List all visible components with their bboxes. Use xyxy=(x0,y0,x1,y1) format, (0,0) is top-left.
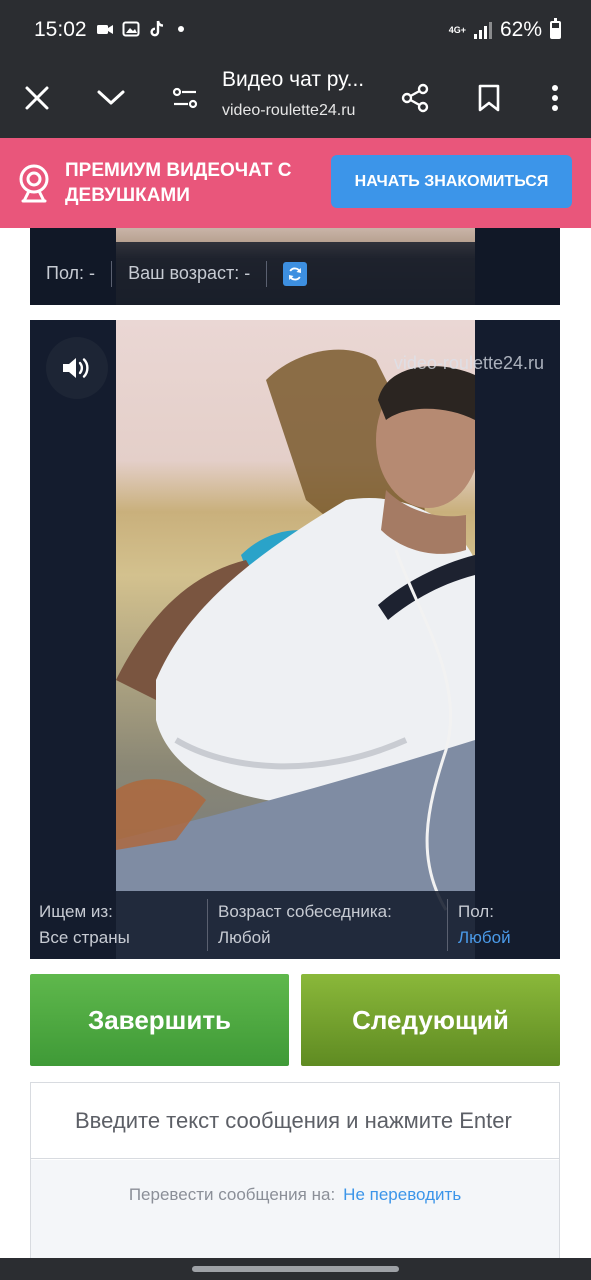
signal-icon xyxy=(473,21,492,39)
partner-age-label: Возраст собеседника: xyxy=(218,902,392,921)
end-chat-button[interactable]: Завершить xyxy=(30,974,289,1066)
start-dating-button[interactable]: НАЧАТЬ ЗНАКОМИТЬСЯ xyxy=(331,155,572,208)
self-age-selector[interactable]: Ваш возраст: - xyxy=(128,263,250,284)
bookmark-button[interactable] xyxy=(465,74,513,122)
translate-language-selector[interactable]: Не переводить xyxy=(343,1185,461,1204)
share-button[interactable] xyxy=(391,74,439,122)
battery-fill xyxy=(552,28,559,37)
browser-toolbar: Видео чат ру... video-roulette24.ru xyxy=(0,60,591,138)
home-gesture-handle[interactable] xyxy=(192,1266,399,1272)
partner-gender-filter[interactable]: Пол: Любой xyxy=(458,899,511,951)
close-icon xyxy=(25,86,49,110)
divider xyxy=(111,260,113,287)
sound-toggle-button[interactable] xyxy=(46,337,108,399)
partner-gender-label: Пол: xyxy=(458,902,494,921)
status-notification-icons xyxy=(96,20,184,38)
webcam-icon xyxy=(19,164,49,203)
watermark: video-roulette24.ru xyxy=(393,353,544,373)
divider xyxy=(447,899,448,951)
share-icon xyxy=(401,83,429,113)
self-video-panel: Пол: - Ваш возраст: - xyxy=(30,228,560,305)
notification-dot xyxy=(178,26,184,32)
translate-row: Перевести сообщения на: Не переводить xyxy=(31,1185,559,1205)
chevron-down-icon xyxy=(97,90,125,105)
self-gender-selector[interactable]: Пол: - xyxy=(46,263,95,284)
promo-banner: ПРЕМИУМ ВИДЕОЧАТ С ДЕВУШКАМИ НАЧАТЬ ЗНАК… xyxy=(0,138,591,228)
country-filter-label: Ищем из: xyxy=(39,902,113,921)
next-partner-button[interactable]: Следующий xyxy=(301,974,560,1066)
page-settings-icon xyxy=(172,87,198,109)
video-call-icon xyxy=(97,25,113,34)
network-type: 4G+ xyxy=(448,24,466,35)
message-panel: Перевести сообщения на: Не переводить xyxy=(30,1082,560,1258)
page-settings-button[interactable] xyxy=(161,74,209,122)
partner-age-value: Любой xyxy=(218,928,271,947)
promo-text: ПРЕМИУМ ВИДЕОЧАТ С ДЕВУШКАМИ xyxy=(65,160,292,206)
more-button[interactable] xyxy=(531,74,579,122)
status-time: 15:02 xyxy=(34,18,87,41)
battery-percent: 62% xyxy=(499,18,542,41)
refresh-button[interactable] xyxy=(283,261,308,286)
video-frame-image xyxy=(116,349,475,959)
partner-video-panel: video-roulette24.ru Ищем из: Все страны … xyxy=(30,320,560,959)
divider xyxy=(266,260,268,287)
partner-camera-feed xyxy=(116,320,475,959)
partner-age-filter[interactable]: Возраст собеседника: Любой xyxy=(218,899,392,951)
status-right: 4G+ 62% xyxy=(449,18,561,42)
bookmark-icon xyxy=(478,84,500,112)
translate-area: Перевести сообщения на: Не переводить xyxy=(31,1160,559,1258)
page-url[interactable]: video-roulette24.ru xyxy=(222,102,355,120)
close-button[interactable] xyxy=(13,74,61,122)
gallery-icon xyxy=(122,21,140,37)
partner-filter-bar: Ищем из: Все страны Возраст собеседника:… xyxy=(30,891,560,959)
speaker-icon xyxy=(63,358,89,378)
partner-gender-value[interactable]: Любой xyxy=(458,925,511,951)
navigation-bar xyxy=(0,1258,591,1280)
country-filter[interactable]: Ищем из: Все страны xyxy=(39,899,130,951)
country-filter-value: Все страны xyxy=(39,928,130,947)
tiktok-icon xyxy=(150,20,164,37)
self-info-bar: Пол: - Ваш возраст: - xyxy=(30,242,560,305)
battery-icon xyxy=(550,18,561,39)
page-title[interactable]: Видео чат ру... xyxy=(222,68,382,92)
collapse-button[interactable] xyxy=(87,74,135,122)
refresh-icon xyxy=(289,267,302,280)
status-bar: 15:02 4G+ 62% xyxy=(0,0,591,60)
message-input[interactable] xyxy=(31,1083,559,1159)
translate-label: Перевести сообщения на: xyxy=(128,1185,336,1204)
divider xyxy=(207,899,208,951)
more-icon xyxy=(552,85,558,111)
